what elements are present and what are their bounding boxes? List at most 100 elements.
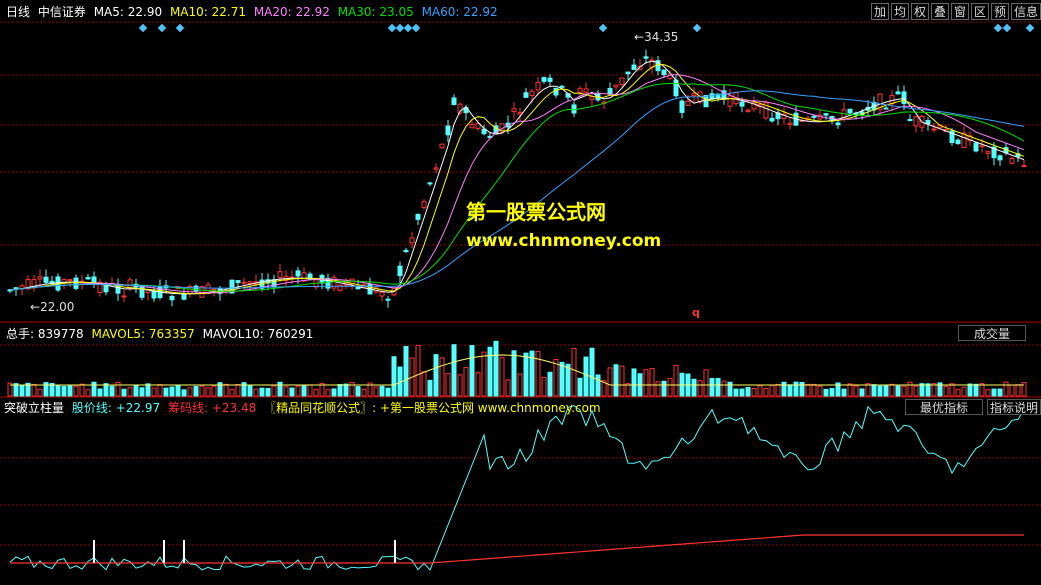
volume-indicator-button[interactable]: 成交量 <box>958 325 1026 341</box>
volume-bar <box>613 364 619 397</box>
signal-diamond <box>138 23 148 33</box>
watermark-title: 第一股票公式网 <box>466 200 606 224</box>
q-marker: q <box>692 306 700 319</box>
candle-body <box>529 90 535 96</box>
indicator-panel-header: 突破立柱量 股价线: +22.97 筹码线: +23.48 〖精品同花顺公式〗:… <box>4 398 605 418</box>
volume-bar <box>853 385 859 397</box>
toolbar-forecast-button[interactable]: 预 <box>991 3 1009 20</box>
signal-diamond <box>1025 23 1035 33</box>
ma20-label: MA20: 22.92 <box>253 5 330 19</box>
volume-bar <box>661 380 667 397</box>
volume-bar <box>229 389 235 397</box>
volume-bar <box>127 387 133 397</box>
candle-body <box>379 291 385 297</box>
volume-bar <box>145 383 151 397</box>
chip-line-label: 筹码线: +23.48 <box>167 401 257 415</box>
volume-bar <box>901 385 907 397</box>
volume-bar <box>91 381 97 397</box>
volume-bar <box>547 371 553 397</box>
candle-body <box>907 119 913 122</box>
volume-bars <box>7 340 1027 397</box>
volume-bar <box>391 356 397 397</box>
volume-bar <box>109 385 115 397</box>
volume-bar <box>1015 384 1021 397</box>
candle-body <box>847 108 853 114</box>
toolbar-info-button[interactable]: 信息 <box>1011 3 1041 20</box>
volume-bar <box>295 385 301 397</box>
toolbar-average-button[interactable]: 均 <box>891 3 909 20</box>
toolbar-add-button[interactable]: 加 <box>871 3 889 20</box>
candle-body <box>541 77 547 82</box>
volume-bar <box>235 384 241 397</box>
candle-body <box>523 92 529 98</box>
volume-bar <box>541 376 547 397</box>
volume-bar <box>559 361 565 397</box>
indicator-description-button[interactable]: 指标说明 <box>987 399 1041 415</box>
volume-bar <box>355 386 361 397</box>
price-panel-header: 日线 中信证券 MA5: 22.90 MA10: 22.71 MA20: 22.… <box>6 2 502 22</box>
volume-bar <box>757 385 763 397</box>
candle-body <box>985 151 991 154</box>
volume-bar <box>553 359 559 397</box>
volume-bar <box>949 383 955 397</box>
candle-body <box>547 77 553 82</box>
volume-bar <box>517 373 523 397</box>
candle-body <box>235 280 241 283</box>
volume-bar <box>577 377 583 397</box>
candle-body <box>883 107 889 110</box>
signal-diamond <box>395 23 405 33</box>
toolbar-range-button[interactable]: 区 <box>971 3 989 20</box>
candle-body <box>91 276 97 284</box>
toolbar-overlay-button[interactable]: 叠 <box>931 3 949 20</box>
volume-bar <box>667 378 673 397</box>
volume-bar <box>787 384 793 397</box>
volume-bar <box>445 372 451 397</box>
candle-body <box>43 276 49 283</box>
candle-body <box>277 271 283 279</box>
candle-body <box>1021 165 1027 168</box>
volume-bar <box>451 344 457 397</box>
toolbar-rights-button[interactable]: 权 <box>911 3 929 20</box>
volume-bar <box>643 369 649 397</box>
volume-bar <box>313 388 319 397</box>
candle-body <box>925 120 931 125</box>
kline-chart[interactable] <box>0 0 1041 585</box>
best-indicator-button[interactable]: 最优指标 <box>905 399 983 415</box>
mavol5-label: MAVOL5: 763357 <box>91 327 195 341</box>
volume-bar <box>259 387 265 397</box>
volume-bar <box>55 384 61 397</box>
volume-bar <box>535 350 541 397</box>
volume-bar <box>361 388 367 397</box>
volume-bar <box>253 388 259 397</box>
volume-bar <box>943 385 949 397</box>
volume-bar <box>763 387 769 397</box>
volume-bar <box>457 374 463 397</box>
candle-body <box>571 104 577 114</box>
volume-bar <box>595 374 601 397</box>
volume-bar <box>499 357 505 397</box>
signal-diamond <box>598 23 608 33</box>
volume-bar <box>745 386 751 397</box>
candle-body <box>67 279 73 282</box>
candle-body <box>13 287 19 290</box>
ma10-line <box>9 64 1025 295</box>
formula-source-label: 〖精品同花顺公式〗: +第一股票公式网 www.chnmoney.com <box>264 401 601 415</box>
toolbar-window-button[interactable]: 窗 <box>951 3 969 20</box>
volume-bar <box>79 383 85 397</box>
candle-body <box>151 290 157 299</box>
volume-bar <box>805 383 811 397</box>
volume-bar <box>865 383 871 397</box>
candle-body <box>139 285 145 298</box>
volume-bar <box>691 378 697 397</box>
ma5-label: MA5: 22.90 <box>93 5 163 19</box>
volume-bar <box>715 377 721 397</box>
volume-bar <box>31 383 37 397</box>
volume-bar <box>307 384 313 397</box>
volume-bar <box>37 388 43 397</box>
candle-body <box>469 124 475 129</box>
volume-bar <box>973 383 979 397</box>
candle-body <box>121 295 127 298</box>
volume-bar <box>823 388 829 397</box>
candle-body <box>691 93 697 96</box>
volume-bar <box>565 363 571 397</box>
